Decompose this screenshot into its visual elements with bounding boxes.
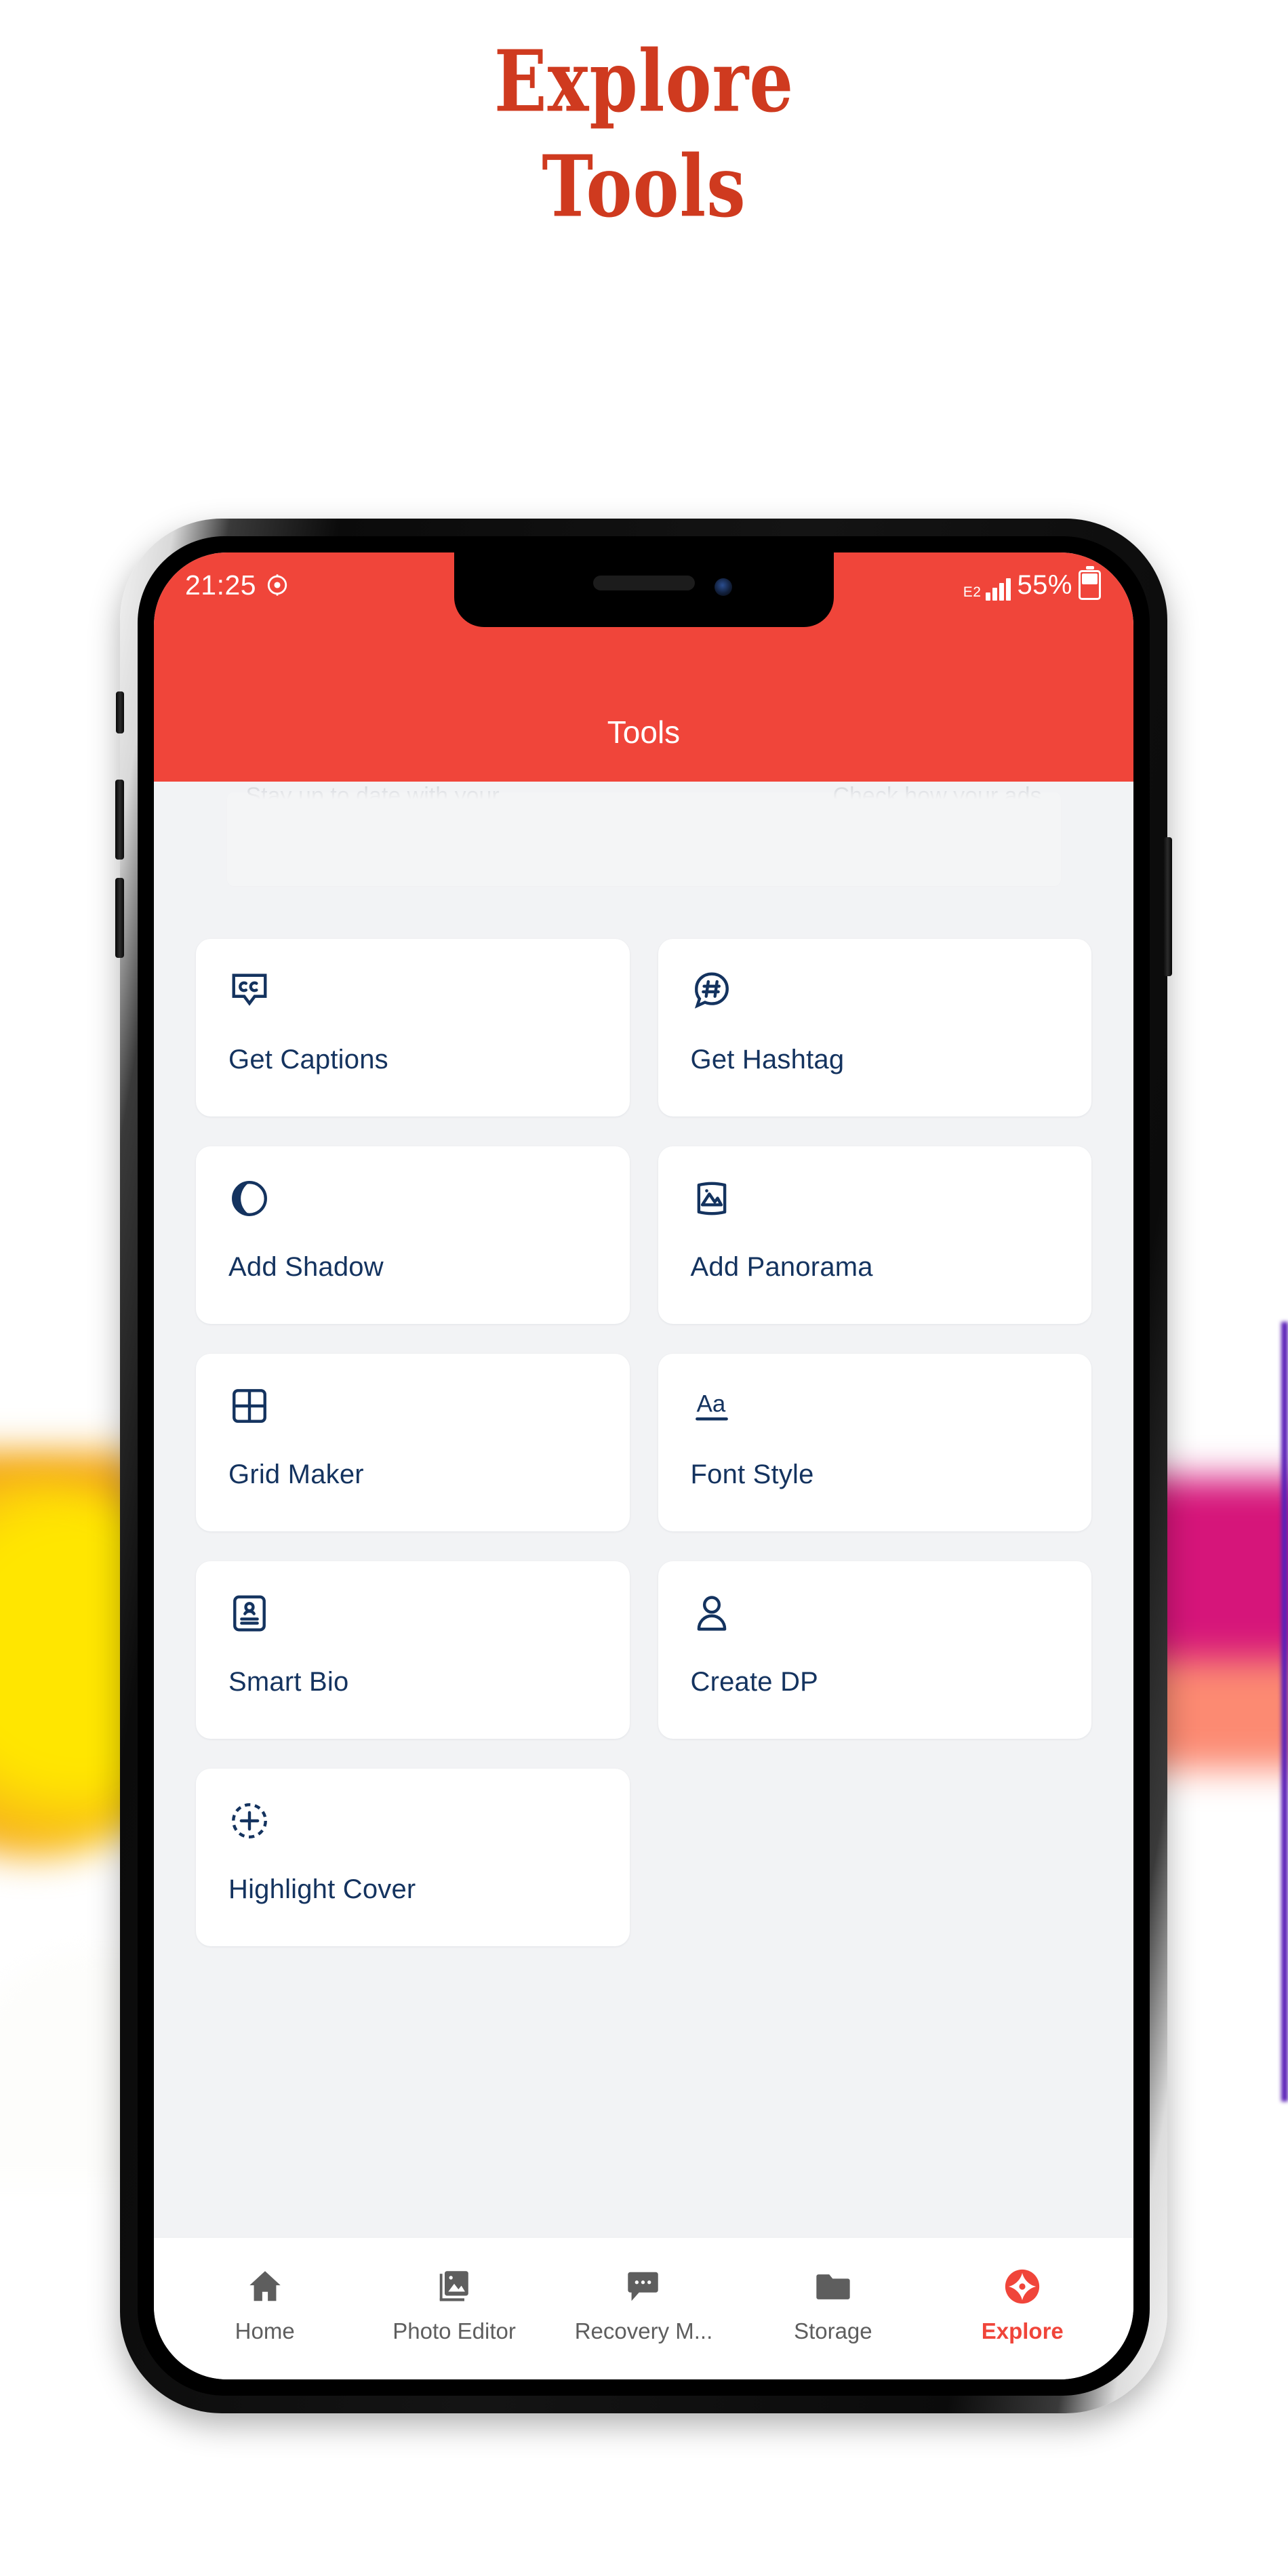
power-button[interactable] <box>1163 837 1172 976</box>
photo-editor-icon <box>439 2270 468 2301</box>
tool-card-add-shadow[interactable]: Add Shadow <box>196 1146 630 1324</box>
tool-label: Add Shadow <box>228 1252 384 1282</box>
tool-card-create-dp[interactable]: Create DP <box>658 1561 1091 1739</box>
nav-item-photo-editor[interactable]: Photo Editor <box>364 2267 544 2344</box>
battery-icon <box>1079 569 1101 600</box>
svg-text:Aa: Aa <box>696 1390 725 1417</box>
shadow-circle-icon <box>232 1181 267 1216</box>
person-icon <box>697 1596 726 1631</box>
tool-card-font-style[interactable]: Aa Font Style <box>658 1354 1091 1531</box>
network-label: E2 <box>963 584 982 600</box>
alarm-icon <box>267 574 287 596</box>
promo-text-right: Check how your ads <box>832 783 1042 809</box>
closed-caption-icon <box>232 973 267 1006</box>
tools-section: Get Captions Get Hashtag Add Shadow Add … <box>154 898 1133 2193</box>
nav-label: Explore <box>981 2318 1064 2343</box>
id-card-icon <box>233 1595 266 1632</box>
nav-label: Photo Editor <box>393 2318 516 2343</box>
page-title: Explore Tools <box>0 32 1288 232</box>
mute-switch-button[interactable] <box>116 691 124 733</box>
nav-label: Recovery M... <box>574 2318 713 2343</box>
tool-label: Get Hashtag <box>690 1045 845 1074</box>
hashtag-bubble-icon <box>694 972 729 1009</box>
front-camera <box>714 578 732 596</box>
phone-screen: 21:25 E2 55% Tools Stay up to date with … <box>154 552 1133 2379</box>
app-bar: 21:25 E2 55% Tools <box>154 552 1133 782</box>
earpiece-speaker <box>592 576 695 590</box>
tool-card-grid-maker[interactable]: Grid Maker <box>196 1354 630 1531</box>
status-bar: 21:25 E2 55% <box>154 552 1133 627</box>
headline-line-2: Tools <box>542 137 746 237</box>
phone-notch <box>454 552 834 627</box>
nav-item-home[interactable]: Home <box>175 2267 355 2344</box>
tool-label: Grid Maker <box>228 1460 364 1489</box>
promo-card[interactable]: Stay up to date with your Check how your… <box>226 783 1061 886</box>
volume-down-button[interactable] <box>115 878 124 958</box>
grid-icon <box>233 1389 266 1423</box>
tool-card-add-panorama[interactable]: Add Panorama <box>658 1146 1091 1324</box>
nav-item-storage[interactable]: Storage <box>743 2267 923 2344</box>
panorama-icon <box>697 1182 726 1215</box>
folder-icon <box>816 2274 850 2299</box>
nav-item-explore[interactable]: Explore <box>933 2267 1112 2344</box>
phone-mockup: 21:25 E2 55% Tools Stay up to date with … <box>115 519 1172 2413</box>
status-bar-right: E2 55% <box>963 569 1133 601</box>
signal-bars-icon <box>986 576 1011 601</box>
tool-label: Create DP <box>690 1667 819 1697</box>
app-bar-title: Tools <box>607 715 681 750</box>
tool-label: Get Captions <box>228 1045 388 1074</box>
volume-up-button[interactable] <box>115 780 124 860</box>
status-bar-left: 21:25 <box>154 569 388 601</box>
tool-label: Add Panorama <box>690 1252 873 1282</box>
status-time: 21:25 <box>185 569 257 601</box>
tool-card-get-captions[interactable]: Get Captions <box>196 939 630 1116</box>
purple-edge-strip <box>1281 1322 1288 2101</box>
tool-label: Highlight Cover <box>228 1874 416 1904</box>
battery-percent: 55% <box>1017 569 1072 600</box>
tool-label: Font Style <box>690 1460 814 1489</box>
tool-card-placeholder <box>658 1769 1092 1946</box>
tool-card-get-hashtag[interactable]: Get Hashtag <box>658 939 1091 1116</box>
font-style-icon: Aa <box>695 1390 728 1421</box>
nav-item-recovery[interactable]: Recovery M... <box>554 2267 733 2344</box>
promo-text-left: Stay up to date with your <box>245 783 500 809</box>
promo-strip: Stay up to date with your Check how your… <box>154 782 1133 898</box>
bottom-navigation: Home Photo Editor Recovery M... Storage … <box>154 2237 1133 2379</box>
nav-label: Storage <box>794 2318 872 2343</box>
plus-circle-dashed-icon <box>232 1803 267 1838</box>
home-icon <box>249 2270 281 2301</box>
explore-compass-icon <box>1005 2269 1040 2303</box>
tools-grid: Get Captions Get Hashtag Add Shadow Add … <box>196 939 1091 1946</box>
tool-label: Smart Bio <box>228 1667 349 1697</box>
tool-card-highlight-cover[interactable]: Highlight Cover <box>196 1769 630 1946</box>
tool-card-smart-bio[interactable]: Smart Bio <box>196 1561 630 1739</box>
nav-label: Home <box>235 2318 295 2343</box>
headline-line-1: Explore <box>494 32 794 132</box>
chat-bubble-icon <box>628 2272 659 2301</box>
